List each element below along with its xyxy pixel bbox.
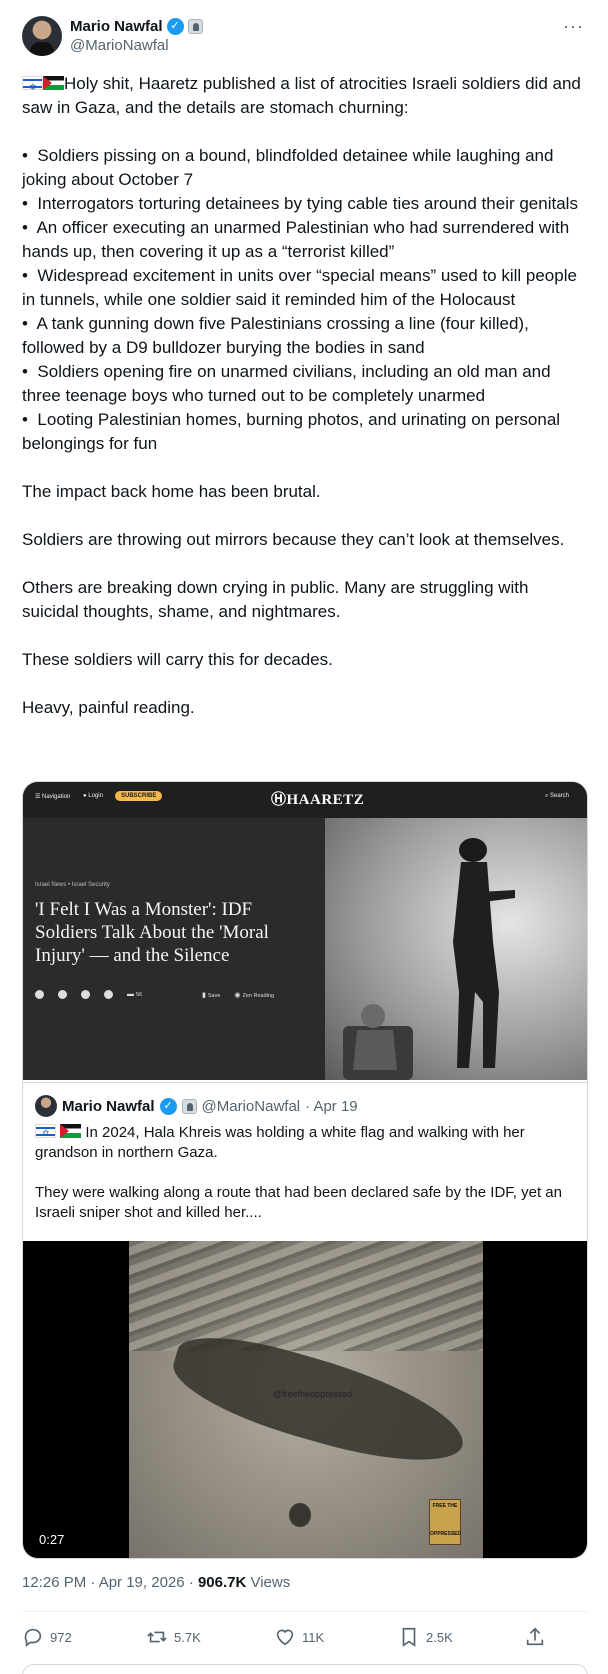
bullet-item: • A tank gunning down five Palestinians … — [22, 314, 529, 357]
bullet-item: • Looting Palestinian homes, burning pho… — [22, 410, 561, 453]
israel-flag-icon — [22, 75, 43, 99]
video-duration: 0:27 — [35, 1531, 69, 1548]
quoted-date: · Apr 19 — [305, 1097, 358, 1115]
bullet-item: • Soldiers opening fire on unarmed civil… — [22, 362, 551, 405]
bookmark-icon: ▮ Save — [202, 991, 221, 999]
video-player[interactable]: @freetheoppressed FREE THE OPPRESSED 0:27 — [23, 1241, 587, 1558]
quoted-tweet[interactable]: Mario Nawfal ✓ @MarioNawfal · Apr 19 In … — [23, 1082, 587, 1558]
user-icon: ● Login — [83, 793, 103, 799]
divider — [22, 1611, 588, 1612]
tweet-paragraph: The impact back home has been brutal. — [22, 482, 321, 501]
palestine-flag-icon — [43, 76, 64, 90]
article-toolbar: ▬ 56 ▮ Save ◉ Zen Reading — [35, 990, 274, 999]
bookmark-icon — [402, 1627, 416, 1647]
x-icon — [81, 990, 90, 999]
bullet-item: • An officer executing an unarmed Palest… — [22, 218, 570, 261]
tweet-header: Mario Nawfal ✓ @MarioNawfal ··· — [22, 16, 588, 58]
like-button[interactable]: 11K — [274, 1626, 324, 1648]
more-options-icon[interactable]: ··· — [563, 16, 584, 37]
author-handle[interactable]: @MarioNawfal — [70, 37, 169, 54]
avatar[interactable] — [22, 16, 62, 56]
quoted-tweet-text: In 2024, Hala Khreis was holding a white… — [35, 1123, 575, 1223]
article-headline: 'I Felt I Was a Monster': IDF Soldiers T… — [35, 899, 269, 966]
share-icon — [526, 1627, 544, 1646]
action-bar: 972 5.7K 11K 2.5K — [22, 1620, 588, 1656]
israel-flag-icon — [35, 1123, 56, 1143]
heart-icon — [276, 1629, 294, 1646]
person-figure — [289, 1503, 311, 1527]
tweet-paragraph: Others are breaking down crying in publi… — [22, 578, 529, 621]
seated-man-silhouette — [343, 1004, 413, 1080]
tweet-paragraph: Heavy, painful reading. — [22, 698, 195, 717]
search-icon: ⌕ Search — [544, 793, 569, 799]
tweet-text: Holy shit, Haaretz published a list of a… — [22, 72, 588, 720]
video-watermark: @freetheoppressed — [273, 1389, 353, 1399]
views-count: 906.7K — [197, 1574, 247, 1591]
comment-icon: ▬ 56 — [127, 991, 143, 998]
reply-icon — [24, 1628, 42, 1647]
affiliation-badge-icon — [181, 1098, 197, 1114]
reply-button[interactable]: 972 — [22, 1626, 72, 1648]
tweet-meta: 12:26 PM · Apr 19, 2026 · 906.7K Views — [22, 1574, 290, 1591]
repost-button[interactable]: 5.7K — [146, 1626, 201, 1648]
views-label: Views — [246, 1574, 291, 1591]
article-screenshot[interactable]: ☰ Navigation ● Login SUBSCRIBE ⒽHAARETZ … — [23, 782, 587, 1080]
media-card: ☰ Navigation ● Login SUBSCRIBE ⒽHAARETZ … — [22, 781, 588, 1559]
affiliation-badge-icon[interactable] — [187, 18, 203, 34]
tweet-paragraph: Soldiers are throwing out mirrors becaus… — [22, 530, 565, 549]
tweet-timestamp[interactable]: 12:26 PM · Apr 19, 2026 · — [22, 1574, 198, 1591]
gift-icon — [35, 990, 44, 999]
reply-box-edge — [22, 1664, 588, 1674]
quoted-tweet-header: Mario Nawfal ✓ @MarioNawfal · Apr 19 — [35, 1095, 358, 1117]
menu-icon: ☰ Navigation — [35, 794, 71, 800]
article-illustration — [325, 818, 587, 1080]
facebook-icon — [58, 990, 67, 999]
tweet-intro: Holy shit, Haaretz published a list of a… — [22, 72, 588, 120]
share-button[interactable] — [524, 1626, 546, 1648]
quoted-author-name: Mario Nawfal — [62, 1097, 155, 1115]
article-navbar: ☰ Navigation ● Login SUBSCRIBE ⒽHAARETZ … — [23, 782, 587, 818]
bookmark-button[interactable]: 2.5K — [398, 1626, 453, 1648]
author-name[interactable]: Mario Nawfal — [70, 18, 163, 35]
article-text-area: Israel News • Israel Security 'I Felt I … — [23, 818, 325, 1080]
video-frame: @freetheoppressed FREE THE OPPRESSED — [129, 1241, 483, 1558]
zen-reading-icon: ◉ Zen Reading — [234, 991, 274, 999]
repost-icon — [147, 1631, 167, 1643]
print-icon — [104, 990, 113, 999]
verified-badge-icon: ✓ — [166, 17, 184, 35]
haaretz-logo: ⒽHAARETZ — [271, 792, 365, 808]
quoted-avatar — [35, 1095, 57, 1117]
bullet-item: • Soldiers pissing on a bound, blindfold… — [22, 146, 554, 189]
watermark-poster: FREE THE OPPRESSED — [429, 1499, 461, 1545]
soldier-silhouette — [453, 838, 515, 1068]
article-kicker: Israel News • Israel Security — [35, 882, 110, 888]
subscribe-badge: SUBSCRIBE — [115, 791, 163, 801]
bullet-item: • Widespread excitement in units over “s… — [22, 266, 577, 309]
quoted-author-handle: @MarioNawfal — [201, 1097, 301, 1115]
palestine-flag-icon — [60, 1124, 82, 1138]
bullet-item: • Interrogators torturing detainees by t… — [22, 194, 578, 213]
author-name-row: Mario Nawfal ✓ — [70, 16, 203, 36]
verified-badge-icon: ✓ — [159, 1097, 177, 1115]
tweet-paragraph: These soldiers will carry this for decad… — [22, 650, 333, 669]
